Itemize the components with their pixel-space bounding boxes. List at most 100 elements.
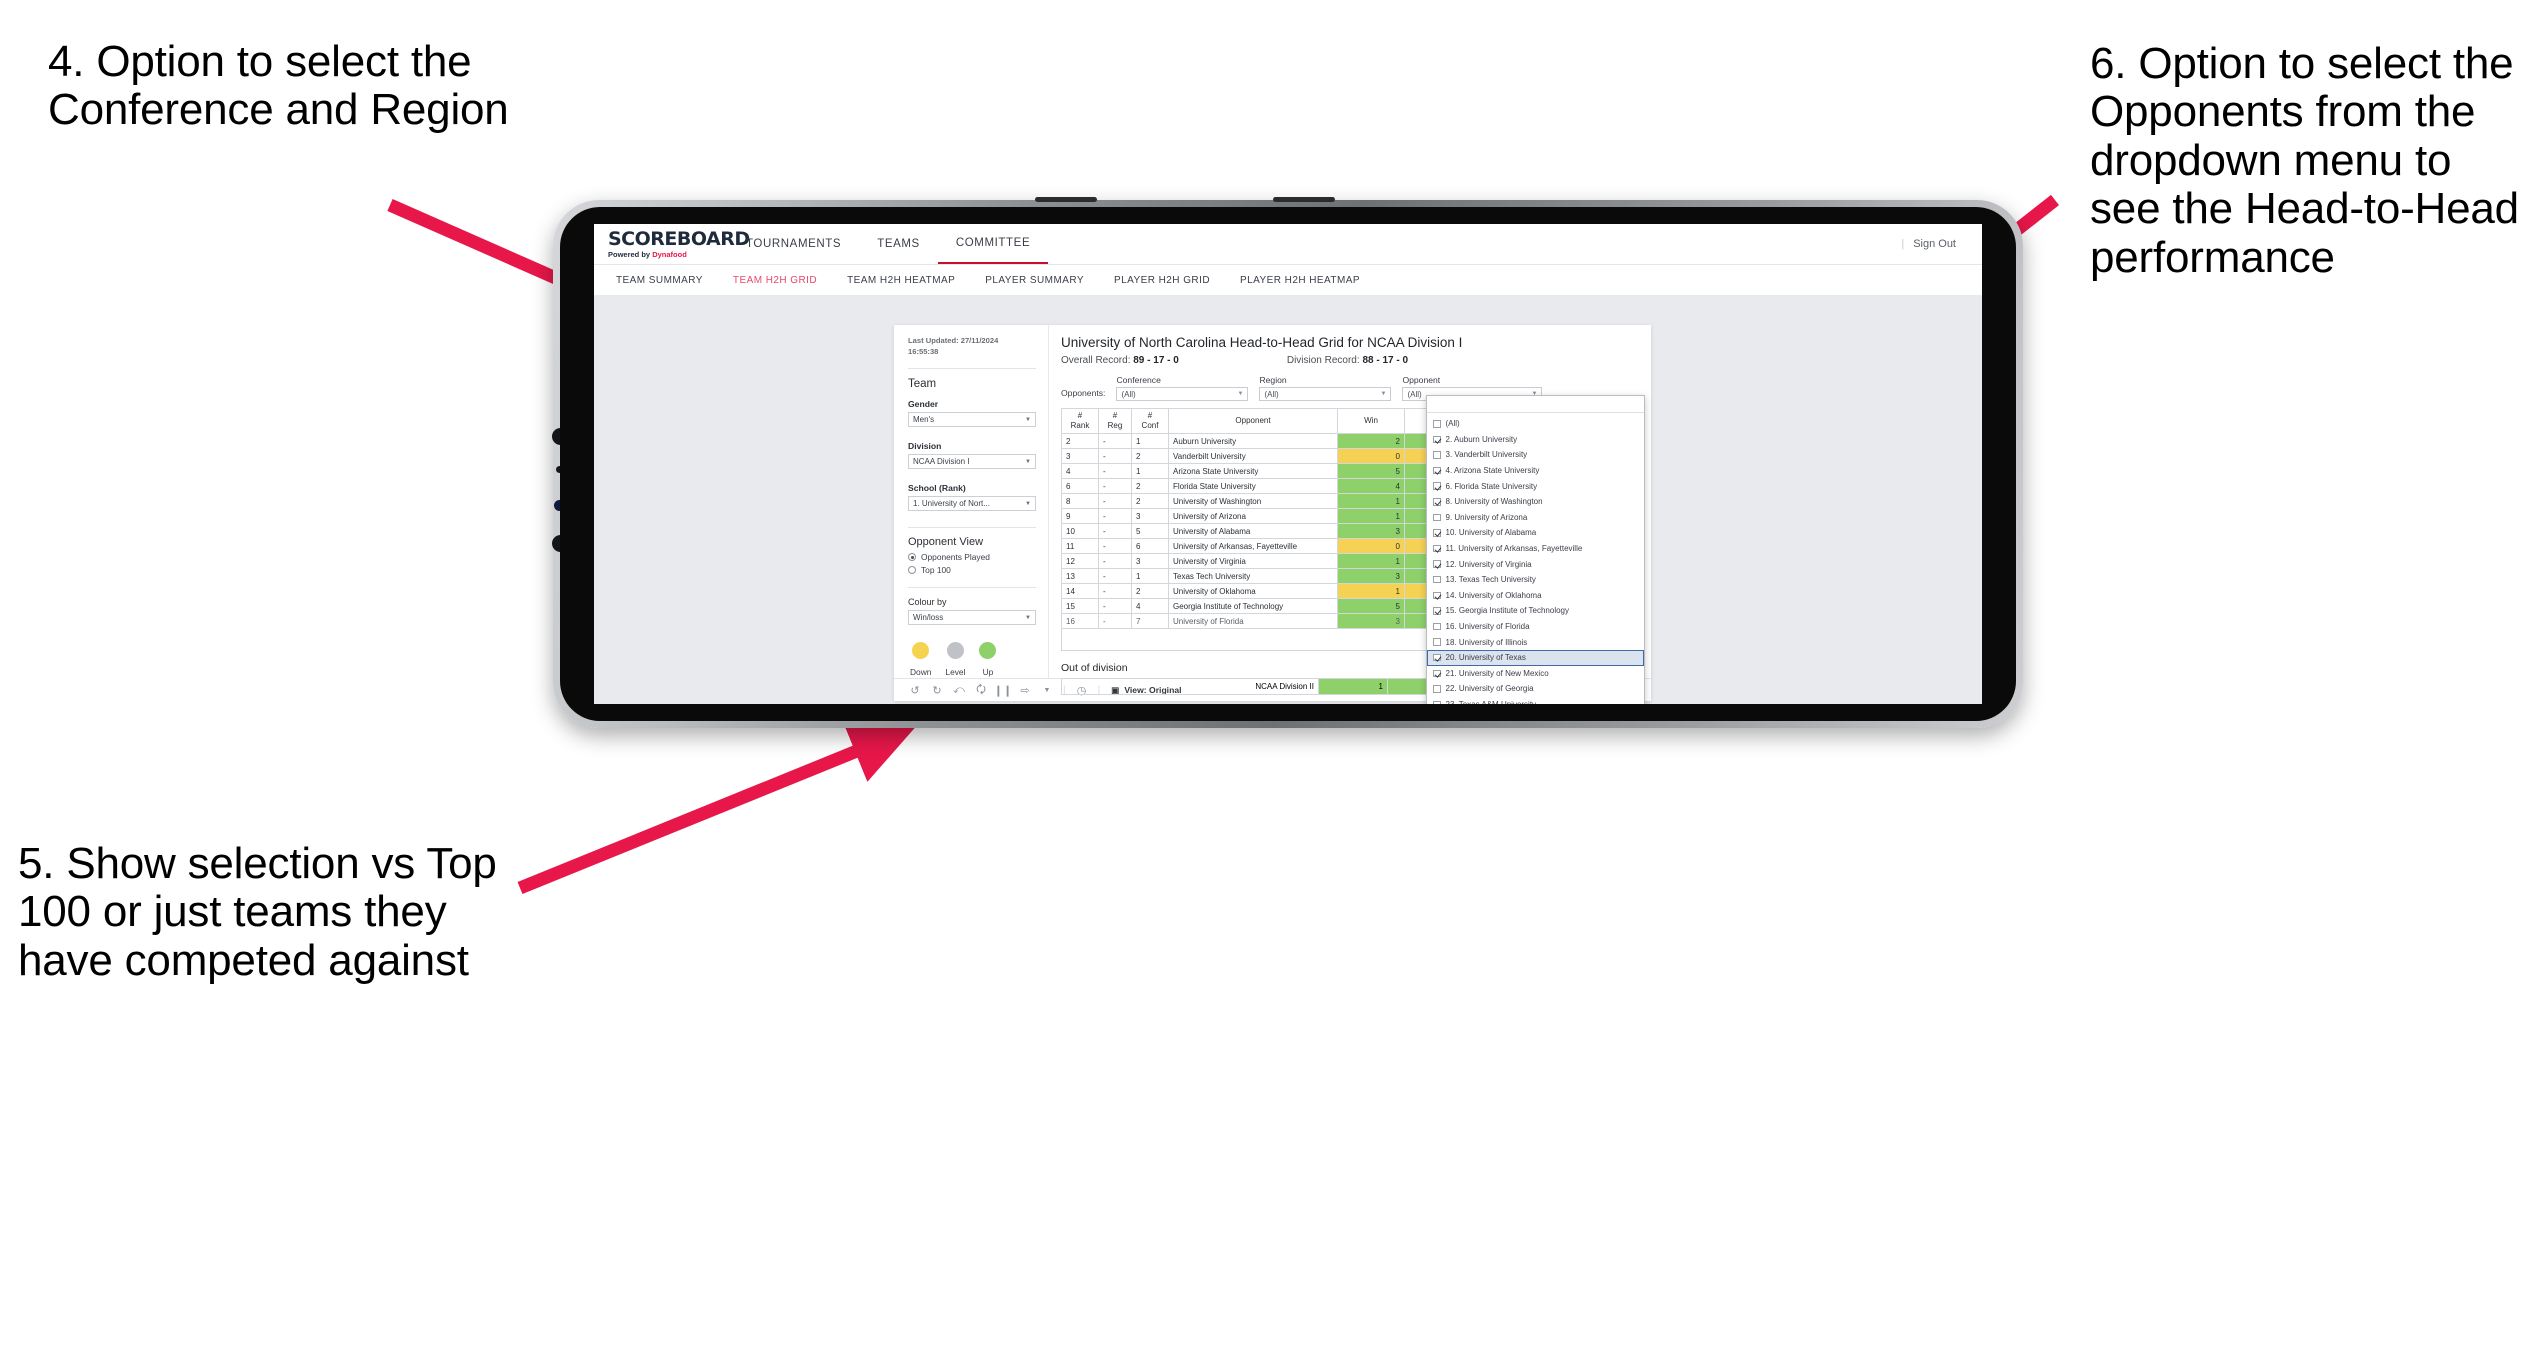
opponent-list-item[interactable]: 21. University of New Mexico (1427, 666, 1644, 682)
opponent-list-item-label: 13. Texas Tech University (1445, 575, 1536, 585)
subnav-player-h2h-heatmap[interactable]: PLAYER H2H HEATMAP (1240, 275, 1360, 286)
opponent-list-item[interactable]: 2. Auburn University (1427, 432, 1644, 448)
cell-win: 1 (1337, 583, 1405, 599)
refresh-data-icon[interactable]: 🗘 (970, 679, 992, 701)
radio-opponents-played[interactable]: Opponents Played (908, 552, 1036, 562)
checkbox-icon[interactable] (1433, 435, 1441, 444)
cell-conf: 2 (1131, 478, 1169, 494)
pause-updates-icon[interactable]: ❙❙ (992, 679, 1014, 701)
checkbox-icon[interactable] (1433, 700, 1441, 704)
opponent-list-item[interactable]: 23. Texas A&M University (1427, 697, 1644, 704)
radio-top-100[interactable]: Top 100 (908, 565, 1036, 575)
subnav-player-summary[interactable]: PLAYER SUMMARY (985, 275, 1084, 286)
revert-icon[interactable]: ⤺ (948, 679, 970, 701)
radio-icon (908, 566, 916, 574)
radio-icon-selected (908, 553, 916, 561)
opponent-list-item[interactable]: 12. University of Virginia (1427, 556, 1644, 572)
checkbox-icon[interactable] (1433, 420, 1441, 428)
cell-opponent: Texas Tech University (1168, 568, 1338, 584)
checkbox-icon[interactable] (1433, 591, 1441, 600)
checkbox-icon[interactable] (1433, 560, 1441, 568)
checkbox-icon[interactable] (1433, 638, 1441, 646)
opponent-list-item[interactable]: 16. University of Florida (1427, 619, 1644, 635)
opponent-list-item[interactable]: 9. University of Arizona (1427, 510, 1644, 526)
share-icon[interactable]: ⇨ (1014, 679, 1036, 701)
col-rank: # Rank (1061, 408, 1099, 434)
cell-opponent: University of Oklahoma (1168, 583, 1338, 599)
opponent-list-item-label: 6. Florida State University (1445, 481, 1538, 491)
conference-select[interactable]: (All) ▼ (1116, 387, 1249, 401)
checkbox-icon[interactable] (1433, 544, 1441, 553)
filter-gender: Gender Men's ▼ (908, 399, 1036, 427)
signout-divider: | (1901, 238, 1905, 250)
opponent-list-item[interactable]: 13. Texas Tech University (1427, 572, 1644, 588)
legend-up-label: Up (982, 667, 994, 677)
nav-item-teams[interactable]: TEAMS (859, 224, 938, 264)
checkbox-icon[interactable] (1433, 669, 1441, 678)
opponent-list-item[interactable]: 11. University of Arkansas, Fayetteville (1427, 541, 1644, 557)
opponent-view-group: Opponent View Opponents Played Top 100 (908, 536, 1036, 575)
opponent-label: Opponent (1402, 375, 1441, 385)
cell-conf: 2 (1131, 448, 1169, 464)
opponent-list-item[interactable]: 4. Arizona State University (1427, 463, 1644, 479)
filter-division-select[interactable]: NCAA Division I ▼ (908, 454, 1036, 469)
checkbox-icon[interactable] (1433, 653, 1441, 662)
cell-win: 4 (1337, 478, 1405, 494)
filter-gender-select[interactable]: Men's ▼ (908, 412, 1036, 427)
opponent-list-item[interactable]: (All) (1427, 416, 1644, 432)
cell-reg: - (1098, 508, 1132, 524)
checkbox-icon[interactable] (1433, 498, 1441, 506)
cell-win: 1 (1337, 508, 1405, 524)
filter-school-select[interactable]: 1. University of Nort... ▼ (908, 496, 1036, 511)
cell-opponent: Georgia Institute of Technology (1168, 598, 1338, 614)
nav-item-tournaments[interactable]: TOURNAMENTS (728, 224, 859, 264)
checkbox-icon[interactable] (1433, 513, 1441, 522)
opponent-list-item[interactable]: 22. University of Georgia (1427, 681, 1644, 697)
tablet-device: SCOREBOARD Powered by Dynafood TOURNAMEN… (552, 197, 2023, 728)
chevron-down-icon[interactable]: ▼ (1036, 679, 1058, 701)
checkbox-icon[interactable] (1433, 575, 1441, 584)
opponent-list-item[interactable]: 14. University of Oklahoma (1427, 588, 1644, 604)
undo-icon[interactable]: ↺ (904, 679, 926, 701)
subnav-team-summary[interactable]: TEAM SUMMARY (616, 275, 703, 286)
subnav-team-h2h-heatmap[interactable]: TEAM H2H HEATMAP (847, 275, 955, 286)
brand-subtitle: Powered by Dynafood (608, 250, 714, 259)
cell-win: 3 (1337, 523, 1405, 539)
opponent-list-item[interactable]: 18. University of Illinois (1427, 634, 1644, 650)
nav-item-committee[interactable]: COMMITTEE (937, 224, 1049, 264)
cell-rank: 3 (1061, 448, 1099, 464)
opponent-list-item[interactable]: 3. Vanderbilt University (1427, 447, 1644, 463)
subnav-player-h2h-grid[interactable]: PLAYER H2H GRID (1114, 275, 1210, 286)
colour-by-select[interactable]: Win/loss ▼ (908, 610, 1036, 625)
checkbox-icon[interactable] (1433, 482, 1441, 490)
cell-conf: 1 (1131, 433, 1169, 449)
tablet-top-button-1 (1035, 197, 1097, 202)
redo-icon[interactable]: ↻ (926, 679, 948, 701)
region-select[interactable]: (All) ▼ (1259, 387, 1392, 401)
opponent-list-item[interactable]: 15. Georgia Institute of Technology (1427, 603, 1644, 619)
checkbox-icon[interactable] (1433, 529, 1441, 537)
opponent-list-item[interactable]: 20. University of Texas (1427, 649, 1644, 666)
checkbox-icon[interactable] (1433, 607, 1441, 615)
checkbox-icon[interactable] (1433, 451, 1441, 459)
checkbox-icon[interactable] (1433, 685, 1441, 693)
opponent-list-item-label: 9. University of Arizona (1445, 512, 1528, 522)
division-record-value: 88 - 17 - 0 (1362, 355, 1409, 366)
checkbox-icon[interactable] (1433, 466, 1441, 475)
chevron-down-icon: ▼ (1025, 500, 1031, 507)
opponent-list-item[interactable]: 8. University of Washington (1427, 494, 1644, 510)
sheet-body: Last Updated: 27/11/2024 16:55:38 Team G… (894, 325, 1651, 704)
cell-rank: 13 (1061, 568, 1099, 584)
signout-link[interactable]: Sign Out (1913, 238, 1956, 250)
brand-sub-accent: Dynafood (652, 249, 687, 259)
cell-win: 2 (1337, 433, 1405, 449)
rail-divider-3 (908, 587, 1036, 588)
legend-level-label: Level (945, 667, 966, 677)
sub-nav: TEAM SUMMARY TEAM H2H GRID TEAM H2H HEAT… (594, 264, 1982, 295)
checkbox-icon[interactable] (1433, 622, 1441, 631)
opponent-search-input[interactable] (1427, 396, 1644, 413)
opponent-list-item[interactable]: 6. Florida State University (1427, 478, 1644, 494)
opponent-list-item[interactable]: 10. University of Alabama (1427, 525, 1644, 541)
subnav-team-h2h-grid[interactable]: TEAM H2H GRID (733, 275, 817, 286)
app-header: SCOREBOARD Powered by Dynafood TOURNAMEN… (594, 224, 1982, 264)
